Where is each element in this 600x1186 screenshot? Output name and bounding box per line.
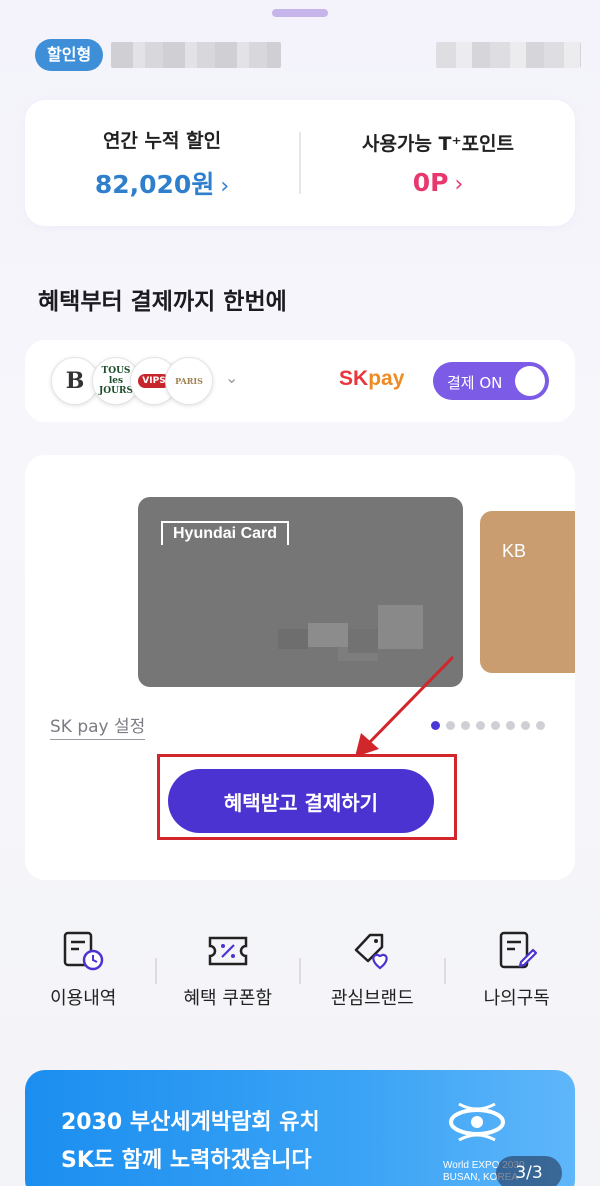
quick-menu-label: 이용내역	[50, 988, 117, 1009]
chevron-right-icon: ›	[220, 173, 230, 199]
page-dot	[476, 721, 485, 730]
kb-card-label: KB	[502, 541, 527, 561]
user-info-redacted	[436, 42, 581, 68]
sheet-drag-handle[interactable]	[272, 9, 328, 17]
annual-discount-label: 연간 누적 할인	[102, 129, 222, 152]
page-dot	[506, 721, 515, 730]
page-dot	[536, 721, 545, 730]
annual-discount-stat[interactable]: 연간 누적 할인 82,020원 ›	[25, 126, 299, 201]
annotation-arrow-icon	[355, 655, 455, 757]
quick-menu-label: 혜택 쿠폰함	[183, 988, 273, 1009]
quick-menu-favorite-brands[interactable]: 관심브랜드	[301, 930, 444, 1010]
user-name-redacted	[111, 42, 281, 68]
summary-card: 연간 누적 할인 82,020원 › 사용가능 T⁺포인트 0P ›	[25, 100, 575, 226]
banner-title-line1: 2030 부산세계박람회 유치	[61, 1110, 320, 1135]
quick-menu-label: 관심브랜드	[330, 988, 414, 1009]
quick-menu-label: 나의구독	[483, 988, 550, 1009]
points-value-row: 0P ›	[301, 168, 575, 197]
skpay-logo-sk: SK	[339, 367, 369, 390]
skpay-logo: SKpay	[339, 367, 404, 391]
quick-menu-coupons[interactable]: 혜택 쿠폰함	[157, 930, 300, 1010]
payment-toggle[interactable]: 결제 ON	[433, 362, 549, 400]
payment-card-section: Hyundai Card KB SK pay 설정 혜택받고 결제하기	[25, 455, 575, 880]
pay-with-benefits-button[interactable]: 혜택받고 결제하기	[168, 769, 434, 833]
brand-row: B TOUS les JOURS VIPS PARIS ⌄ SKpay 결제 O…	[25, 340, 575, 422]
usage-history-icon	[12, 930, 155, 972]
payment-toggle-label: 결제 ON	[447, 374, 503, 392]
skpay-logo-pay: pay	[368, 367, 405, 390]
chevron-down-icon[interactable]: ⌄	[225, 368, 238, 387]
skpay-settings-link[interactable]: SK pay 설정	[50, 712, 146, 740]
annotation-highlight-box: 혜택받고 결제하기	[157, 754, 457, 840]
quick-menu-usage-history[interactable]: 이용내역	[12, 930, 155, 1010]
favorite-brand-icon	[301, 930, 444, 972]
coupon-icon	[157, 930, 300, 972]
expo-banner[interactable]: 2030 부산세계박람회 유치 SK도 함께 노력하겠습니다 World EXP…	[25, 1070, 575, 1186]
section-title: 혜택부터 결제까지 한번에	[38, 289, 287, 315]
subscription-icon	[446, 930, 589, 972]
toggle-knob	[515, 366, 545, 396]
quick-menu-subscriptions[interactable]: 나의구독	[446, 930, 589, 1010]
chevron-right-icon: ›	[454, 172, 464, 197]
quick-menu: 이용내역 혜택 쿠폰함 관심브랜드 나의구독	[12, 930, 588, 1020]
card-brand-label: Hyundai Card	[161, 521, 290, 545]
paris-croissant-logo[interactable]: PARIS	[165, 357, 213, 405]
points-value: 0P	[412, 168, 449, 197]
page-dot	[491, 721, 500, 730]
points-stat[interactable]: 사용가능 T⁺포인트 0P ›	[301, 129, 575, 197]
banner-title-line2: SK도 함께 노력하겠습니다	[61, 1148, 312, 1173]
annual-discount-value-row: 82,020원 ›	[25, 165, 299, 201]
kb-card[interactable]: KB	[480, 511, 575, 673]
banner-pager: 3/3	[496, 1156, 562, 1186]
plan-type-badge: 할인형	[35, 39, 104, 71]
annual-discount-value: 82,020원	[94, 169, 215, 199]
world-expo-logo-icon	[449, 1102, 505, 1142]
points-label: 사용가능 T⁺포인트	[362, 133, 514, 155]
page-dot	[521, 721, 530, 730]
